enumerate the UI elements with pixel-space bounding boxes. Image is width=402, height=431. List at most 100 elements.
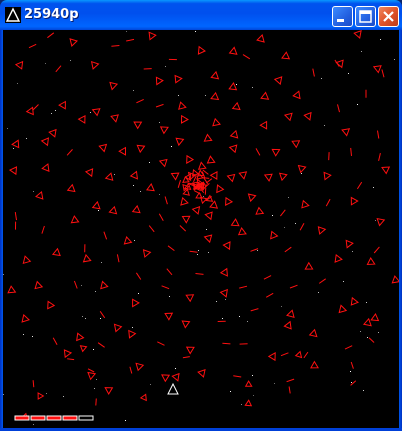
star	[149, 162, 150, 163]
star	[33, 191, 34, 192]
star	[257, 250, 258, 251]
star	[45, 63, 46, 64]
star	[125, 420, 126, 421]
star	[138, 293, 139, 294]
star	[203, 196, 204, 197]
star	[46, 393, 47, 394]
game-client-area[interactable]	[3, 30, 399, 428]
star	[321, 78, 322, 79]
window-title: 25940p	[24, 7, 79, 22]
maximize-icon	[359, 10, 372, 23]
star	[98, 210, 99, 211]
star	[360, 331, 361, 332]
star	[351, 382, 352, 383]
star	[13, 148, 14, 149]
star	[295, 223, 296, 224]
star	[165, 66, 166, 67]
star	[272, 215, 273, 216]
star	[85, 318, 86, 319]
game-window: 25940p	[0, 0, 402, 431]
title-bar[interactable]: 25940p	[0, 0, 402, 30]
star	[281, 306, 282, 307]
star	[159, 122, 160, 123]
star	[239, 316, 240, 317]
star	[126, 31, 127, 32]
star	[94, 388, 95, 389]
star	[348, 73, 349, 74]
star	[216, 301, 217, 302]
star	[101, 262, 102, 263]
star	[175, 368, 176, 369]
star	[230, 391, 231, 392]
star	[301, 173, 302, 174]
triangle-icon	[5, 7, 21, 23]
star	[205, 95, 206, 96]
star	[206, 229, 207, 230]
star	[114, 174, 115, 175]
star	[17, 83, 18, 84]
star	[252, 375, 253, 376]
star	[366, 302, 367, 303]
star	[197, 254, 198, 255]
minimize-icon	[337, 19, 344, 22]
star	[373, 187, 374, 188]
enemy-ship	[32, 380, 35, 388]
star	[343, 281, 344, 282]
star	[357, 104, 358, 105]
star	[367, 337, 368, 338]
star	[361, 51, 362, 52]
star	[96, 379, 97, 380]
close-icon	[383, 11, 394, 22]
star	[352, 251, 353, 252]
star	[150, 384, 151, 385]
star	[93, 349, 94, 350]
star	[363, 390, 364, 391]
star	[178, 95, 179, 96]
star	[82, 316, 83, 317]
star	[55, 110, 56, 111]
health-segment-full	[62, 415, 78, 421]
close-button[interactable]	[378, 6, 399, 27]
star	[3, 274, 4, 275]
health-segment-full	[46, 415, 62, 421]
star	[26, 138, 27, 139]
minimize-button[interactable]	[332, 6, 353, 27]
star	[7, 128, 8, 129]
star	[134, 240, 135, 241]
star	[324, 125, 325, 126]
health-segment-empty	[78, 415, 94, 421]
star	[284, 227, 285, 228]
health-segment-full	[14, 415, 30, 421]
star	[95, 291, 96, 292]
star	[222, 318, 223, 319]
star	[253, 395, 254, 396]
star	[159, 194, 160, 195]
star	[171, 146, 172, 147]
star	[247, 321, 248, 322]
star	[3, 394, 4, 395]
star	[350, 371, 351, 372]
star	[225, 299, 226, 300]
star	[288, 197, 289, 198]
star	[32, 336, 33, 337]
star	[241, 404, 242, 405]
star	[132, 327, 133, 328]
star	[195, 31, 196, 32]
enemy-ship	[95, 398, 97, 406]
star	[198, 250, 199, 251]
game-playfield[interactable]	[3, 30, 399, 428]
star	[63, 396, 64, 397]
maximize-button[interactable]	[355, 6, 376, 27]
star	[133, 90, 134, 91]
star	[169, 296, 170, 297]
star	[70, 60, 71, 61]
star	[133, 185, 134, 186]
star	[252, 87, 253, 88]
health-segment-full	[30, 415, 46, 421]
star	[378, 332, 379, 333]
star	[236, 84, 237, 85]
star	[380, 39, 381, 40]
star	[90, 112, 91, 113]
health-bar	[14, 415, 94, 421]
star	[81, 285, 82, 286]
